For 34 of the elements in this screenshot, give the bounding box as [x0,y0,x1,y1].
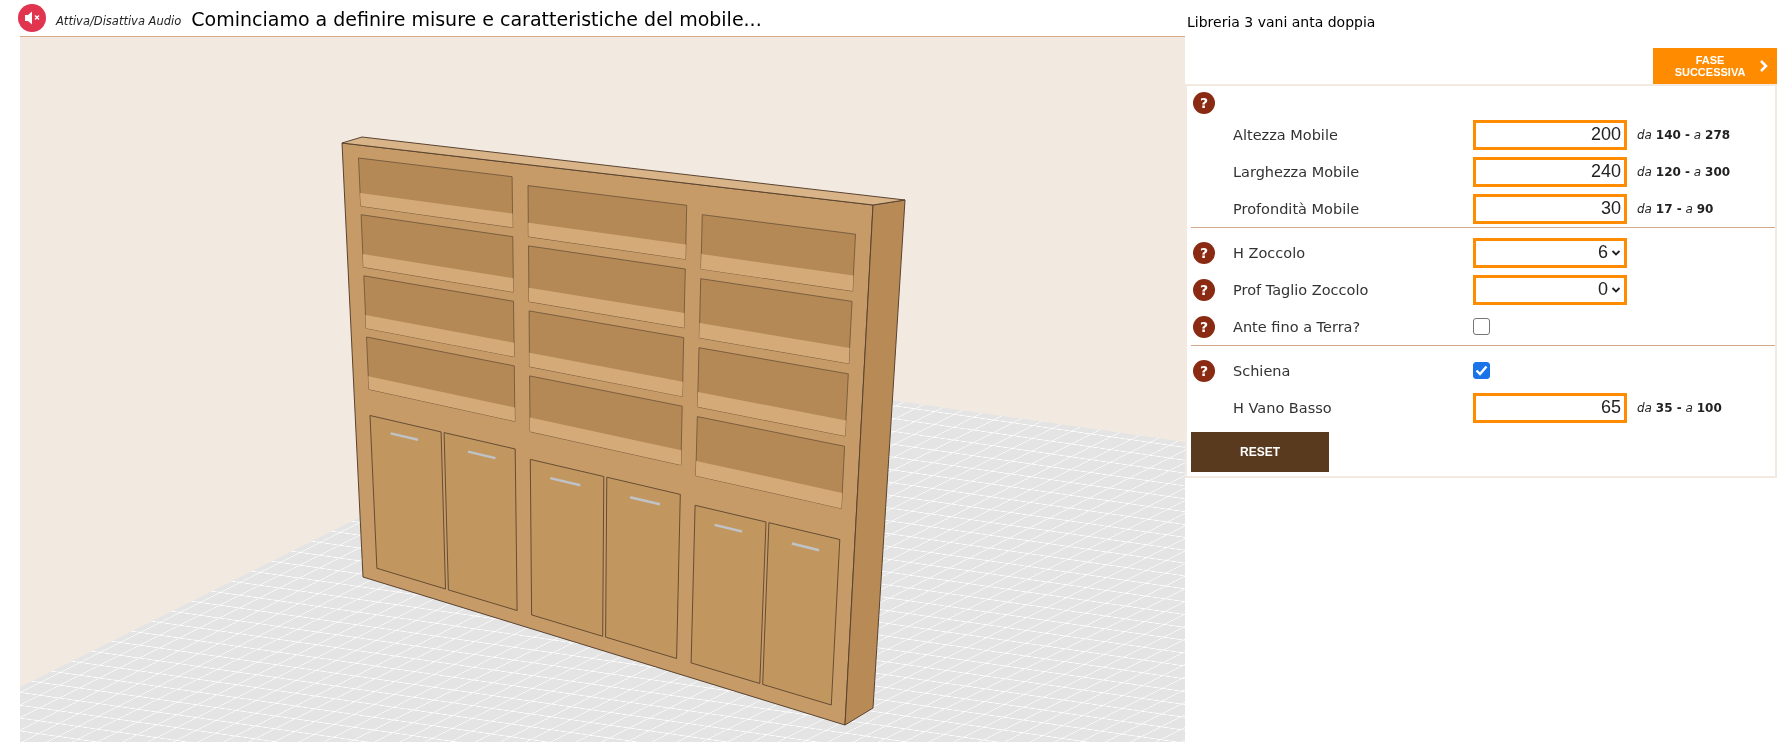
help-icon[interactable]: ? [1193,359,1215,382]
reset-button[interactable]: RESET [1191,432,1329,472]
audio-toggle-label[interactable]: Attiva/Disattiva Audio [56,14,182,28]
product-name: Libreria 3 vani anta doppia [1187,14,1377,32]
field-label: H Vano Basso [1233,399,1333,416]
chevron-down-icon [1611,248,1621,257]
help-icon[interactable]: ? [1193,315,1215,338]
dropdown[interactable]: 0 [1473,274,1627,305]
number-input[interactable]: 30 [1473,193,1627,224]
number-input[interactable]: 240 [1473,156,1627,187]
field-label: Ante fino a Terra? [1233,318,1362,335]
help-icon[interactable]: ? [1193,241,1215,264]
dropdown[interactable]: 6 [1473,237,1627,268]
number-input[interactable]: 200 [1473,119,1627,150]
field-label: H Zoccolo [1233,244,1307,261]
range-hint: da 140 - a 278 [1637,127,1731,142]
checkbox[interactable] [1473,362,1490,379]
page-title: Cominciamo a definire misure e caratteristiche del mobile... [191,8,762,30]
range-hint: da 17 - a 90 [1637,201,1714,216]
field-label: Prof Taglio Zoccolo [1233,281,1370,298]
help-icon[interactable]: ? [1193,278,1215,301]
checkbox[interactable] [1473,318,1490,335]
chevron-right-icon [1759,59,1769,73]
3d-viewer[interactable] [20,36,1185,742]
chevron-down-icon [1611,285,1621,294]
field-label: Larghezza Mobile [1233,163,1361,180]
range-hint: da 120 - a 300 [1637,164,1731,179]
help-icon[interactable]: ? [1193,92,1215,114]
field-label: Schiena [1233,362,1292,379]
number-input[interactable]: 65 [1473,392,1627,423]
field-label: Profondità Mobile [1233,200,1361,217]
mute-audio-icon[interactable] [18,4,46,32]
range-hint: da 35 - a 100 [1637,400,1722,415]
field-label: Altezza Mobile [1233,126,1339,143]
